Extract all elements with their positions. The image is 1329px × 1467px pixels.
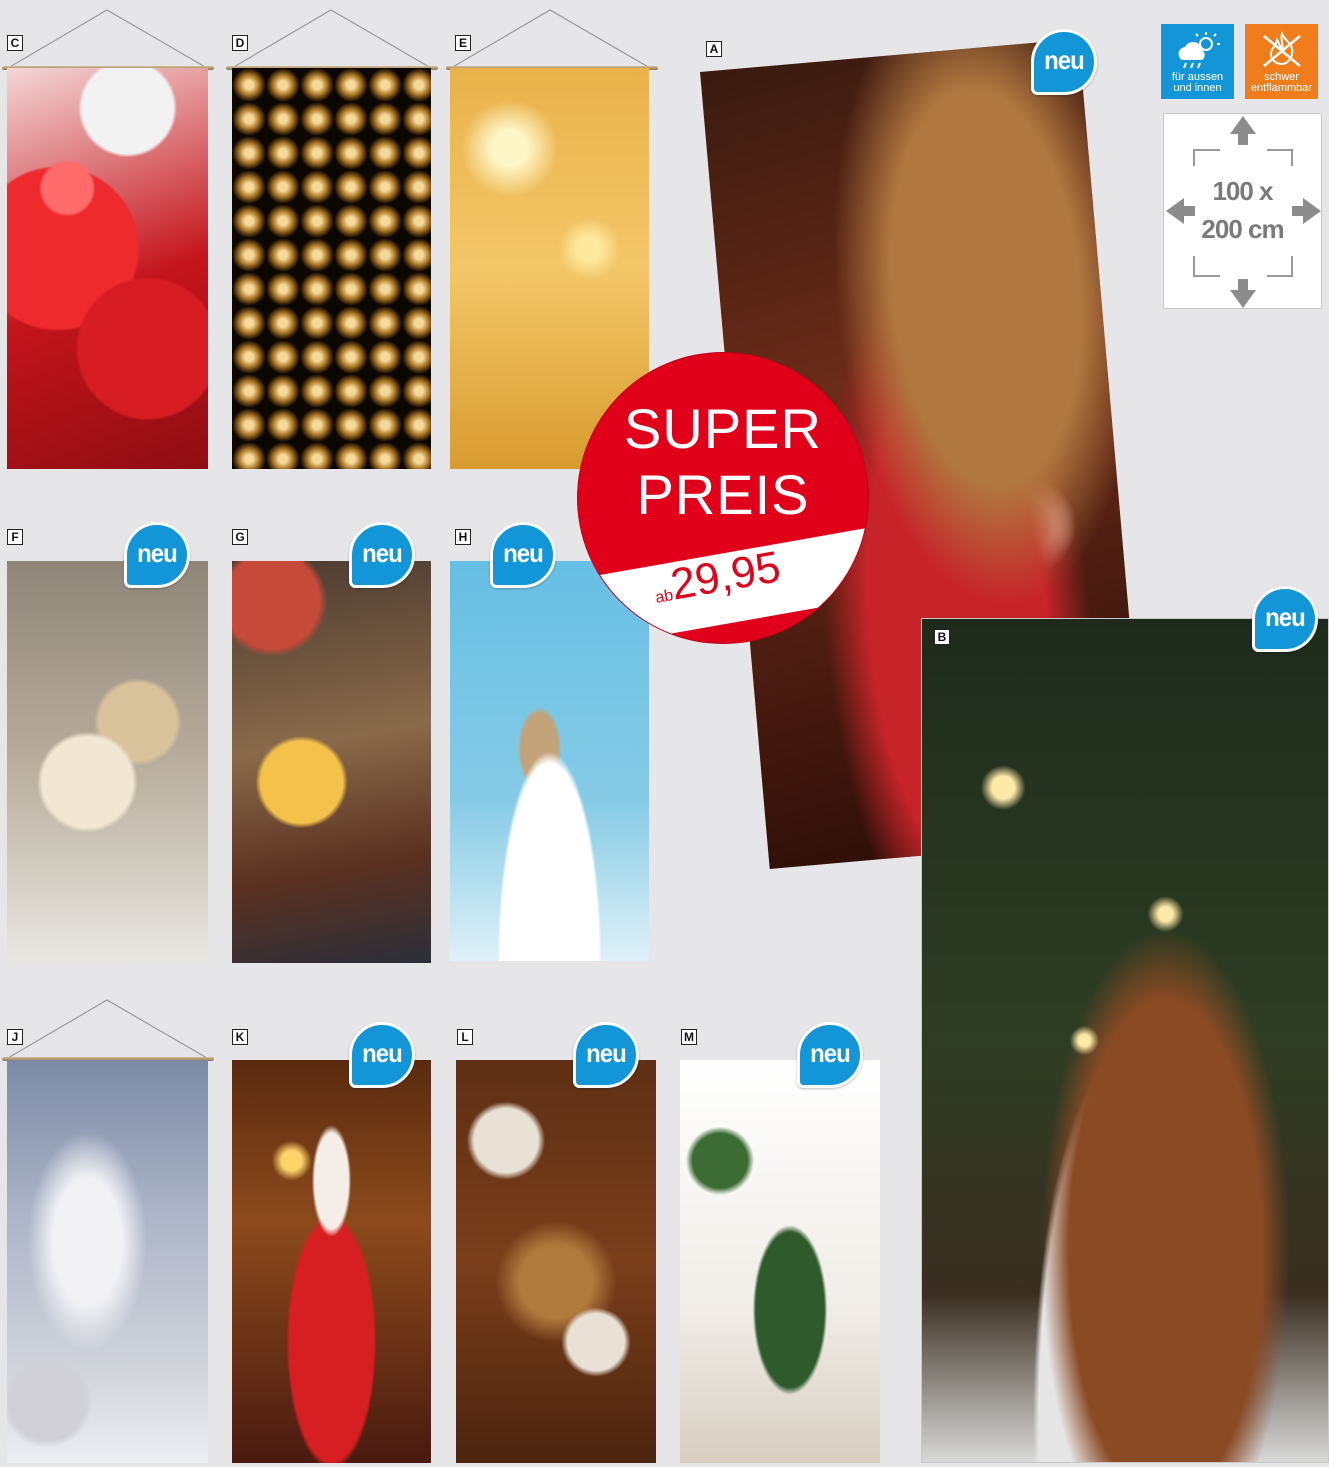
banner-d[interactable] bbox=[232, 68, 431, 469]
super-price-badge: SUPER PREIS ab29,95 bbox=[578, 353, 868, 643]
outdoor-label-2: und innen bbox=[1173, 82, 1222, 94]
neu-badge-h: neu bbox=[490, 522, 556, 588]
sun-cloud-rain-icon bbox=[1178, 32, 1220, 69]
product-letter-j: J bbox=[7, 1029, 23, 1045]
banner-g[interactable] bbox=[232, 561, 431, 963]
banner-b[interactable] bbox=[921, 618, 1329, 1463]
banner-c[interactable] bbox=[7, 68, 208, 469]
size-width: 100 x bbox=[1212, 176, 1273, 206]
neu-badge-f: neu bbox=[124, 522, 190, 588]
product-letter-d: D bbox=[232, 35, 248, 51]
product-letter-m: M bbox=[681, 1029, 697, 1045]
size-height: 200 cm bbox=[1201, 214, 1284, 244]
product-letter-a: A bbox=[706, 41, 722, 57]
hanger-d bbox=[231, 9, 432, 69]
flame-icon bbox=[1262, 31, 1301, 67]
product-letter-f: F bbox=[7, 529, 23, 545]
preis-label: PREIS bbox=[636, 463, 810, 526]
banner-l[interactable] bbox=[456, 1060, 656, 1463]
size-indicator: 100 x 200 cm bbox=[1163, 113, 1322, 309]
hanger-c bbox=[7, 9, 208, 69]
banner-m[interactable] bbox=[680, 1060, 880, 1463]
neu-badge-k: neu bbox=[349, 1022, 415, 1088]
hanger-j bbox=[7, 999, 208, 1059]
flame-label-2: entflammbar bbox=[1250, 82, 1313, 94]
banner-f[interactable] bbox=[7, 561, 208, 963]
product-letter-k: K bbox=[232, 1029, 248, 1045]
banner-k[interactable] bbox=[232, 1060, 431, 1463]
product-letter-h: H bbox=[455, 529, 471, 545]
neu-badge-m: neu bbox=[797, 1022, 863, 1088]
dimension-arrows-icon bbox=[1166, 116, 1321, 308]
product-letter-b: B bbox=[934, 629, 950, 645]
banner-j[interactable] bbox=[7, 1060, 208, 1463]
hanger-e bbox=[450, 9, 651, 69]
product-letter-c: C bbox=[7, 35, 23, 51]
product-letter-l: L bbox=[457, 1029, 473, 1045]
outdoor-indoor-badge: für aussen und innen bbox=[1161, 24, 1234, 99]
product-letter-e: E bbox=[455, 35, 471, 51]
neu-badge-a: neu bbox=[1031, 29, 1097, 95]
neu-badge-b: neu bbox=[1252, 586, 1318, 652]
super-label: SUPER bbox=[624, 397, 822, 460]
neu-badge-g: neu bbox=[349, 522, 415, 588]
flame-retardant-badge: schwer entflammbar bbox=[1245, 24, 1318, 99]
neu-badge-l: neu bbox=[573, 1022, 639, 1088]
product-letter-g: G bbox=[232, 529, 248, 545]
